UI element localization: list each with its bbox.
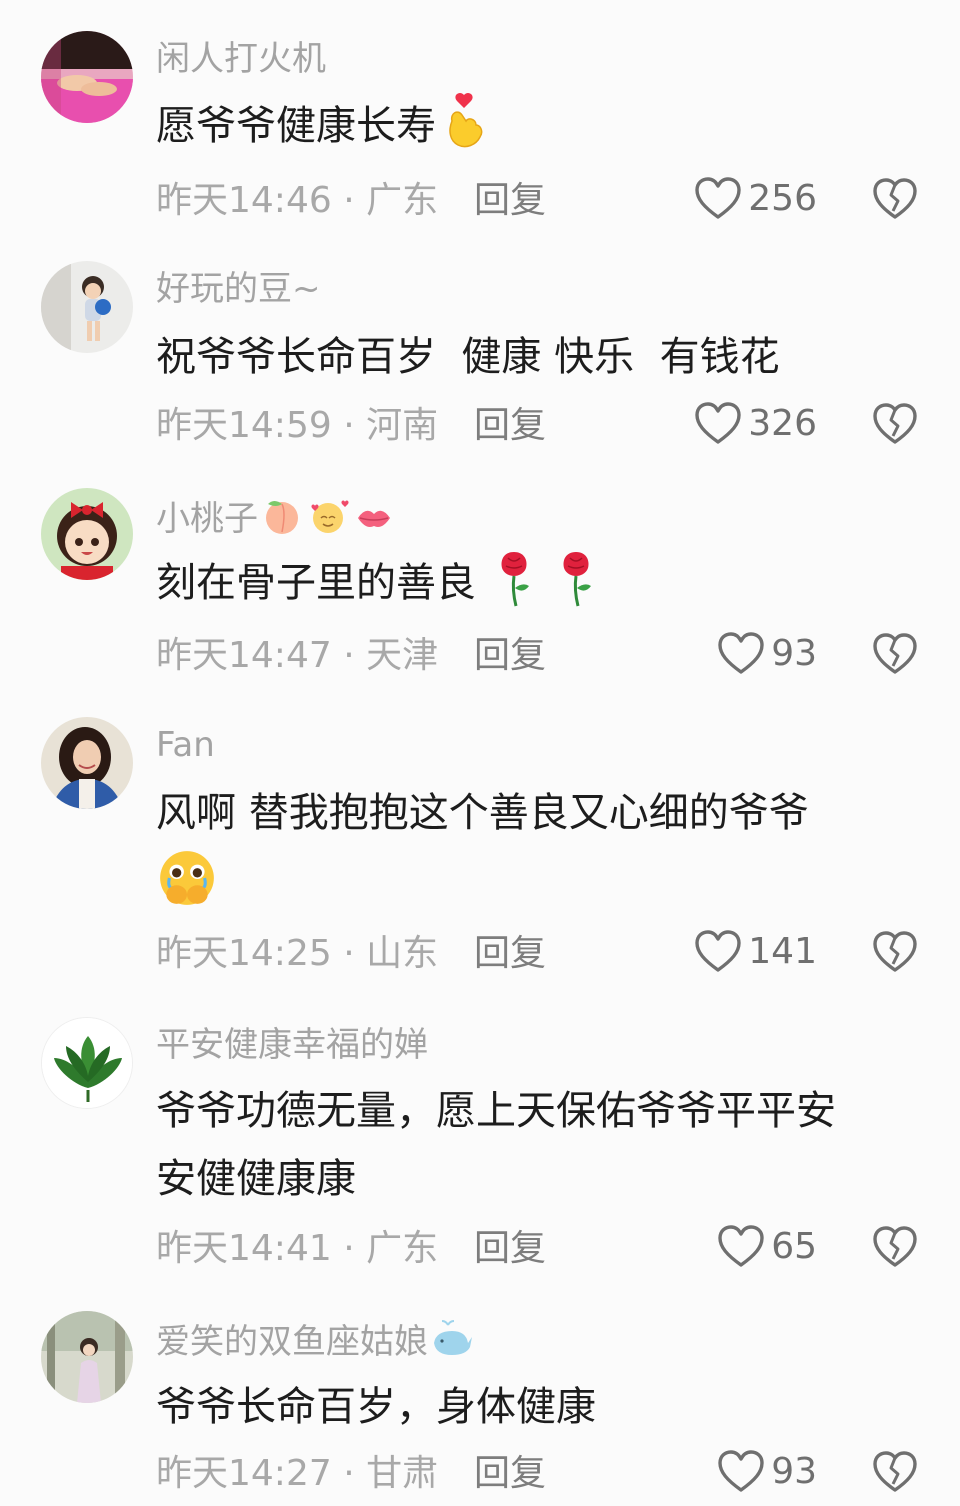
girl-outdoor-avatar-icon xyxy=(41,1311,133,1403)
comment-meta: 昨天14:46 · 广东 xyxy=(156,179,438,223)
meta-separator: · xyxy=(331,1228,367,1269)
timestamp: 昨天14:47 xyxy=(156,635,332,676)
kiss-mark-emoji-icon xyxy=(358,510,390,527)
reply-button[interactable]: 回复 xyxy=(474,404,546,448)
timestamp: 昨天14:46 xyxy=(156,180,332,221)
like-button[interactable]: 326 xyxy=(694,402,817,446)
username[interactable]: 闲人打火机 xyxy=(156,37,326,81)
username[interactable]: 好玩的豆~ xyxy=(156,267,321,311)
comment-meta: 昨天14:41 · 广东 xyxy=(156,1227,438,1271)
heart-icon xyxy=(695,930,741,972)
like-count: 93 xyxy=(771,1451,817,1492)
broken-heart-icon[interactable] xyxy=(872,1225,918,1269)
avatar[interactable] xyxy=(41,717,133,809)
like-button[interactable]: 141 xyxy=(694,930,817,974)
like-count: 256 xyxy=(748,178,817,219)
location: 广东 xyxy=(366,1228,439,1269)
username[interactable]: 小桃子 xyxy=(156,494,396,541)
comment-text: 爷爷功德无量，愿上天保佑爷爷平平安 安健健康康 xyxy=(156,1088,836,1202)
location: 天津 xyxy=(366,635,439,676)
username[interactable]: 爱笑的双鱼座姑娘 xyxy=(156,1317,474,1364)
comment-item: 好玩的豆~ 祝爷爷长命百岁 健康 快乐 有钱花 昨天14:59 · 河南 回复 … xyxy=(0,261,960,461)
location: 广东 xyxy=(366,180,439,221)
comment-text: 风啊 替我抱抱这个善良又心细的爷爷 xyxy=(156,779,926,915)
comment-item: 爱笑的双鱼座姑娘 爷爷长命百岁，身体健康 昨天14:27 · 甘肃 回复 93 xyxy=(0,1311,960,1506)
comment-meta: 昨天14:59 · 河南 xyxy=(156,404,438,448)
like-count: 65 xyxy=(771,1226,817,1267)
username[interactable]: Fan xyxy=(156,723,215,767)
like-button[interactable]: 256 xyxy=(694,177,817,221)
comment-text: 爷爷长命百岁，身体健康 xyxy=(156,1384,596,1430)
timestamp: 昨天14:27 xyxy=(156,1453,332,1494)
broken-heart-icon[interactable] xyxy=(872,930,918,974)
comment-item: 平安健康幸福的婵 爷爷功德无量，愿上天保佑爷爷平平安 安健健康康 昨天14:41… xyxy=(0,1017,960,1287)
timestamp: 昨天14:41 xyxy=(156,1228,332,1269)
whale-emoji-icon xyxy=(434,1320,472,1355)
comment-meta: 昨天14:27 · 甘肃 xyxy=(156,1452,438,1496)
meta-separator: · xyxy=(331,635,367,676)
hands-pink-avatar-icon xyxy=(41,31,133,123)
meta-separator: · xyxy=(331,405,367,446)
comment-item: 闲人打火机 愿爷爷健康长寿 昨天14:46 · 广东 回复 256 xyxy=(0,31,960,231)
reply-button[interactable]: 回复 xyxy=(474,634,546,678)
comment-item: Fan 风啊 替我抱抱这个善良又心细的爷爷 昨天14:25 · 山东 回复 14… xyxy=(0,717,960,987)
like-button[interactable]: 93 xyxy=(717,1450,817,1494)
cartoon-girl-avatar-icon xyxy=(41,488,133,580)
avatar[interactable] xyxy=(41,261,133,353)
avatar[interactable] xyxy=(41,1311,133,1403)
broken-heart-icon[interactable] xyxy=(872,1450,918,1494)
timestamp: 昨天14:59 xyxy=(156,405,332,446)
smiling-hearts-emoji-icon xyxy=(311,500,349,533)
location: 甘肃 xyxy=(366,1453,439,1494)
like-button[interactable]: 65 xyxy=(717,1225,817,1269)
avatar[interactable] xyxy=(41,1017,133,1109)
username[interactable]: 平安健康幸福的婵 xyxy=(156,1023,428,1067)
meta-separator: · xyxy=(331,180,367,221)
peach-emoji-icon xyxy=(266,501,298,534)
reply-button[interactable]: 回复 xyxy=(474,1452,546,1496)
meta-separator: · xyxy=(331,1453,367,1494)
location: 山东 xyxy=(366,933,439,974)
comment-text: 刻在骨子里的善良 xyxy=(156,548,926,616)
heart-icon xyxy=(718,632,764,674)
comment-text: 祝爷爷长命百岁 健康 快乐 有钱花 xyxy=(156,334,780,380)
rose-emoji-icon xyxy=(563,552,591,607)
avatar[interactable] xyxy=(41,488,133,580)
timestamp: 昨天14:25 xyxy=(156,933,332,974)
like-count: 93 xyxy=(771,633,817,674)
green-leaves-avatar-icon xyxy=(42,1018,132,1108)
finger-heart-emoji-icon xyxy=(449,92,483,148)
crying-holding-back-tears-emoji-icon xyxy=(160,851,214,905)
heart-icon xyxy=(718,1225,764,1267)
reply-button[interactable]: 回复 xyxy=(474,179,546,223)
heart-icon xyxy=(695,402,741,444)
comment-meta: 昨天14:25 · 山东 xyxy=(156,932,438,976)
broken-heart-icon[interactable] xyxy=(872,402,918,446)
comment-item: 小桃子 刻在骨子里的善良 昨天14:47 · 天津 回复 93 xyxy=(0,488,960,688)
child-photo-avatar-icon xyxy=(41,261,133,353)
broken-heart-icon[interactable] xyxy=(872,632,918,676)
heart-icon xyxy=(695,177,741,219)
rose-emoji-icon xyxy=(501,552,529,607)
avatar[interactable] xyxy=(41,31,133,123)
broken-heart-icon[interactable] xyxy=(872,177,918,221)
like-count: 141 xyxy=(748,931,817,972)
like-count: 326 xyxy=(748,403,817,444)
location: 河南 xyxy=(366,405,439,446)
reply-button[interactable]: 回复 xyxy=(474,932,546,976)
heart-icon xyxy=(718,1450,764,1492)
reply-button[interactable]: 回复 xyxy=(474,1227,546,1271)
woman-photo-avatar-icon xyxy=(41,717,133,809)
like-button[interactable]: 93 xyxy=(717,632,817,676)
meta-separator: · xyxy=(331,933,367,974)
comment-text: 愿爷爷健康长寿 xyxy=(156,91,926,159)
comment-meta: 昨天14:47 · 天津 xyxy=(156,634,438,678)
